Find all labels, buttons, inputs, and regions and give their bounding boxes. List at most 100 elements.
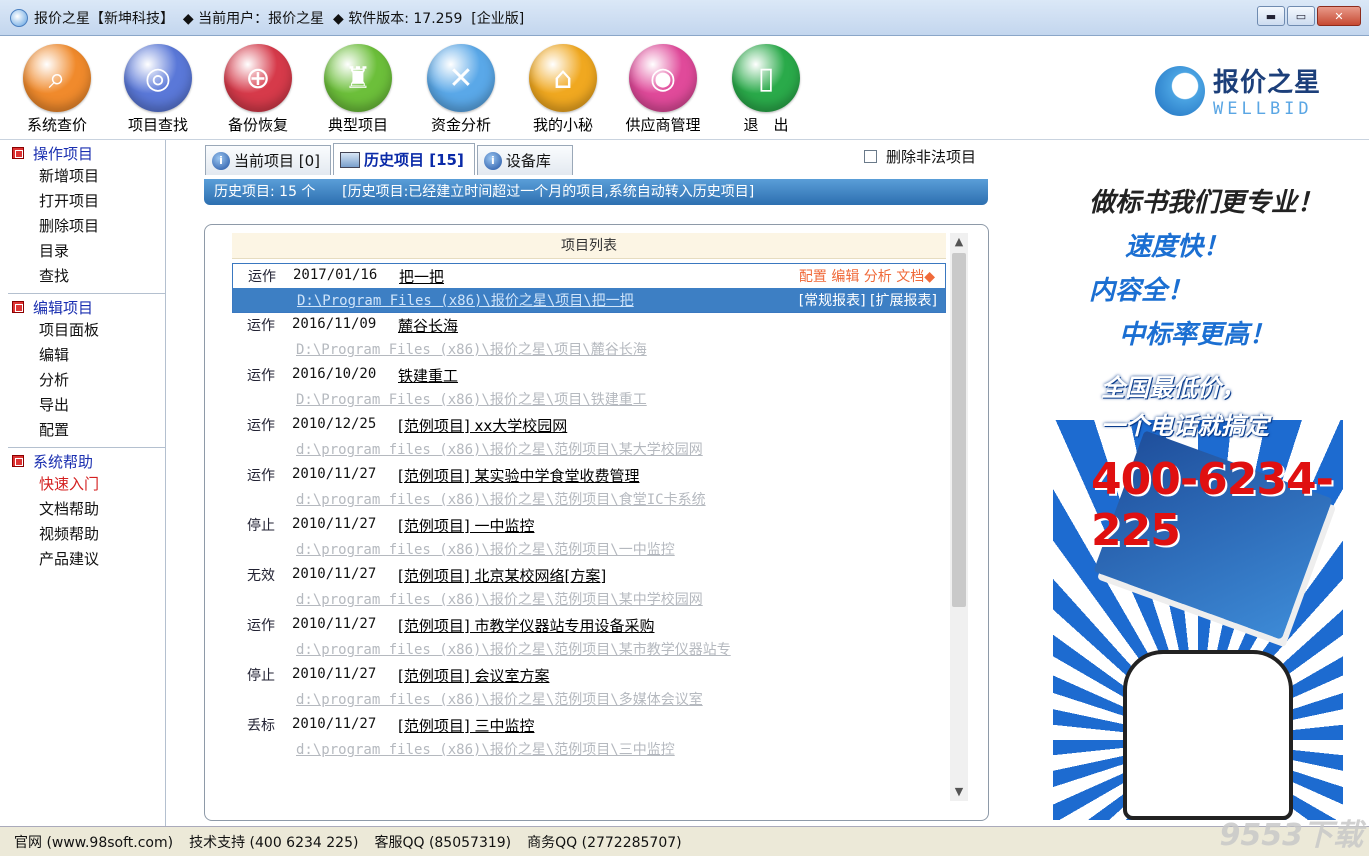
project-date: 2010/11/27 (292, 666, 377, 682)
toolbar-fund-analysis-button[interactable]: ✕ 资金分析 (411, 44, 511, 135)
project-path-link[interactable]: d:\program files (x86)\报价之星\范例项目\某大学校园网 (296, 439, 816, 459)
maximize-button[interactable]: ▭ (1287, 6, 1315, 26)
list-item[interactable]: 无效 2010/11/27 [范例项目] 北京某校网络[方案] d:\progr… (232, 563, 946, 613)
section-title: 编辑项目 (33, 298, 94, 317)
sidebar-item-delete-project[interactable]: 删除项目 (8, 214, 165, 239)
close-button[interactable]: ✕ (1317, 6, 1361, 26)
section-bullet-icon (12, 147, 24, 159)
project-name-link[interactable]: [范例项目] 某实验中学食堂收费管理 (398, 465, 639, 486)
project-path-link[interactable]: d:\program files (x86)\报价之星\范例项目\三中监控 (296, 739, 816, 759)
list-item[interactable]: 运作 2010/11/27 [范例项目] 市教学仪器站专用设备采购 d:\pro… (232, 613, 946, 663)
logo-text-en: WELLBID (1213, 99, 1313, 119)
project-path-link[interactable]: D:\Program Files (x86)\报价之星\项目\铁建重工 (296, 389, 816, 409)
project-name-link[interactable]: 铁建重工 (398, 365, 458, 386)
search-price-icon: ⌕ (23, 44, 91, 112)
sidebar-item-config[interactable]: 配置 (8, 418, 165, 443)
section-header[interactable]: 操作项目 (8, 142, 165, 164)
project-date: 2017/01/16 (293, 267, 378, 283)
list-item[interactable]: 运作 2010/11/27 [范例项目] 某实验中学食堂收费管理 d:\prog… (232, 463, 946, 513)
project-name-link[interactable]: [范例项目] 会议室方案 (398, 665, 549, 686)
list-scrollbar[interactable]: ▲ ▼ (950, 233, 968, 801)
toolbar-label: 备份恢复 (227, 116, 288, 134)
sidebar-item-catalog[interactable]: 目录 (8, 239, 165, 264)
toolbar-label: 供应商管理 (625, 116, 701, 134)
toolbar-exit-button[interactable]: ▯ 退 出 (716, 44, 816, 135)
project-path-link[interactable]: d:\program files (x86)\报价之星\范例项目\一中监控 (296, 539, 816, 559)
minimize-button[interactable]: ▬ (1257, 6, 1285, 26)
ad-line: 速度快！ (1125, 232, 1230, 262)
report-links[interactable]: [常规报表] [扩展报表] (799, 290, 937, 310)
toolbar-backup-button[interactable]: ⊕ 备份恢复 (208, 44, 308, 135)
project-name-link[interactable]: 把一把 (399, 266, 444, 287)
history-icon (340, 151, 361, 168)
sidebar-item-find[interactable]: 查找 (8, 264, 165, 289)
sidebar-item-video-help[interactable]: 视频帮助 (8, 522, 165, 547)
project-path-link[interactable]: d:\program files (x86)\报价之星\范例项目\食堂IC卡系统 (296, 489, 816, 509)
scroll-up-icon[interactable]: ▲ (950, 233, 968, 251)
sidebar-item-edit[interactable]: 编辑 (8, 343, 165, 368)
exit-icon: ▯ (732, 44, 800, 112)
app-icon (10, 8, 28, 27)
toolbar-project-find-button[interactable]: ◎ 项目查找 (108, 44, 208, 135)
sidebar-item-suggestion[interactable]: 产品建议 (8, 547, 165, 572)
sidebar-item-project-panel[interactable]: 项目面板 (8, 318, 165, 343)
sidebar-item-doc-help[interactable]: 文档帮助 (8, 497, 165, 522)
toolbar-label: 我的小秘 (532, 116, 593, 134)
project-list-panel: 项目列表 运作 2017/01/16 把一把 配置 编辑 分析 文档◆ D:\P… (204, 224, 989, 821)
section-header[interactable]: 编辑项目 (8, 296, 165, 318)
sidebar-item-quick-start[interactable]: 快速入门 (8, 472, 165, 497)
toolbar-typical-project-button[interactable]: ♜ 典型项目 (308, 44, 408, 135)
advertisement-banner[interactable]: 做标书我们更专业！ 速度快！ 内容全！ 中标率更高！ 全国最低价， 一个电话就搞… (1053, 160, 1343, 820)
project-name-link[interactable]: [范例项目] xx大学校园网 (398, 415, 567, 436)
tab-current-projects[interactable]: i 当前项目 [0] (205, 145, 332, 175)
project-status: 运作 (247, 368, 275, 384)
sidebar-item-open-project[interactable]: 打开项目 (8, 189, 165, 214)
checkbox-box[interactable] (864, 150, 877, 163)
joystick-icon: ♜ (324, 44, 392, 112)
tab-label: 设备库 (505, 152, 551, 170)
sidebar-item-new-project[interactable]: 新增项目 (8, 164, 165, 189)
project-date: 2010/11/27 (292, 616, 377, 632)
status-tech-support: 技术支持 (400 6234 225) (189, 834, 359, 851)
scroll-down-icon[interactable]: ▼ (950, 783, 968, 801)
toolbar-supplier-button[interactable]: ◉ 供应商管理 (613, 44, 713, 135)
list-item[interactable]: 运作 2010/12/25 [范例项目] xx大学校园网 d:\program … (232, 413, 946, 463)
project-path-link[interactable]: d:\program files (x86)\报价之星\范例项目\某中学校园网 (296, 589, 816, 609)
sidebar-item-export[interactable]: 导出 (8, 393, 165, 418)
list-item[interactable]: 运作 2016/11/09 麓谷长海 D:\Program Files (x86… (232, 313, 946, 363)
list-item[interactable]: 停止 2010/11/27 [范例项目] 一中监控 d:\program fil… (232, 513, 946, 563)
toolbar-label: 典型项目 (327, 116, 388, 134)
toolbar-system-price-button[interactable]: ⌕ 系统查价 (7, 44, 107, 135)
toolbar-my-assistant-button[interactable]: ⌂ 我的小秘 (513, 44, 613, 135)
project-path-link[interactable]: D:\Program Files (x86)\报价之星\项目\把一把 (297, 290, 817, 310)
toolbar-label: 退 出 (743, 116, 789, 134)
delete-illegal-checkbox[interactable]: 删除非法项目 (864, 146, 976, 167)
project-name-link[interactable]: [范例项目] 一中监控 (398, 515, 534, 536)
project-status: 运作 (248, 269, 276, 285)
list-item[interactable]: 丢标 2010/11/27 [范例项目] 三中监控 d:\program fil… (232, 713, 946, 763)
section-header[interactable]: 系统帮助 (8, 450, 165, 472)
project-name-link[interactable]: [范例项目] 北京某校网络[方案] (398, 565, 606, 586)
project-name-link[interactable]: [范例项目] 三中监控 (398, 715, 534, 736)
project-date: 2016/10/20 (292, 366, 377, 382)
home-icon: ⌂ (529, 44, 597, 112)
project-path-link[interactable]: d:\program files (x86)\报价之星\范例项目\多媒体会议室 (296, 689, 816, 709)
title-bar: 报价之星【新坤科技】 ◆ 当前用户：报价之星 ◆ 软件版本: 17.259 [企… (0, 0, 1369, 36)
project-status: 运作 (247, 318, 275, 334)
list-item[interactable]: 停止 2010/11/27 [范例项目] 会议室方案 d:\program fi… (232, 663, 946, 713)
project-name-link[interactable]: [范例项目] 市教学仪器站专用设备采购 (398, 615, 654, 636)
status-service-qq: 客服QQ (85057319) (374, 834, 512, 851)
list-item-selected[interactable]: 运作 2017/01/16 把一把 配置 编辑 分析 文档◆ D:\Progra… (232, 263, 946, 313)
sidebar-item-analyze[interactable]: 分析 (8, 368, 165, 393)
tab-history-projects[interactable]: 历史项目 [15] (333, 143, 475, 175)
sidebar-section-help: 系统帮助 快速入门 文档帮助 视频帮助 产品建议 (8, 450, 165, 576)
project-actions-links[interactable]: 配置 编辑 分析 文档◆ (799, 266, 935, 286)
project-path-link[interactable]: D:\Program Files (x86)\报价之星\项目\麓谷长海 (296, 339, 816, 359)
project-name-link[interactable]: 麓谷长海 (398, 315, 458, 336)
list-item[interactable]: 运作 2016/10/20 铁建重工 D:\Program Files (x86… (232, 363, 946, 413)
project-path-link[interactable]: d:\program files (x86)\报价之星\范例项目\某市教学仪器站… (296, 639, 816, 659)
section-title: 操作项目 (33, 144, 94, 163)
status-website: 官网 (www.98soft.com) (14, 834, 174, 851)
scroll-thumb[interactable] (952, 253, 966, 607)
tab-equipment-library[interactable]: i 设备库 (476, 145, 573, 175)
